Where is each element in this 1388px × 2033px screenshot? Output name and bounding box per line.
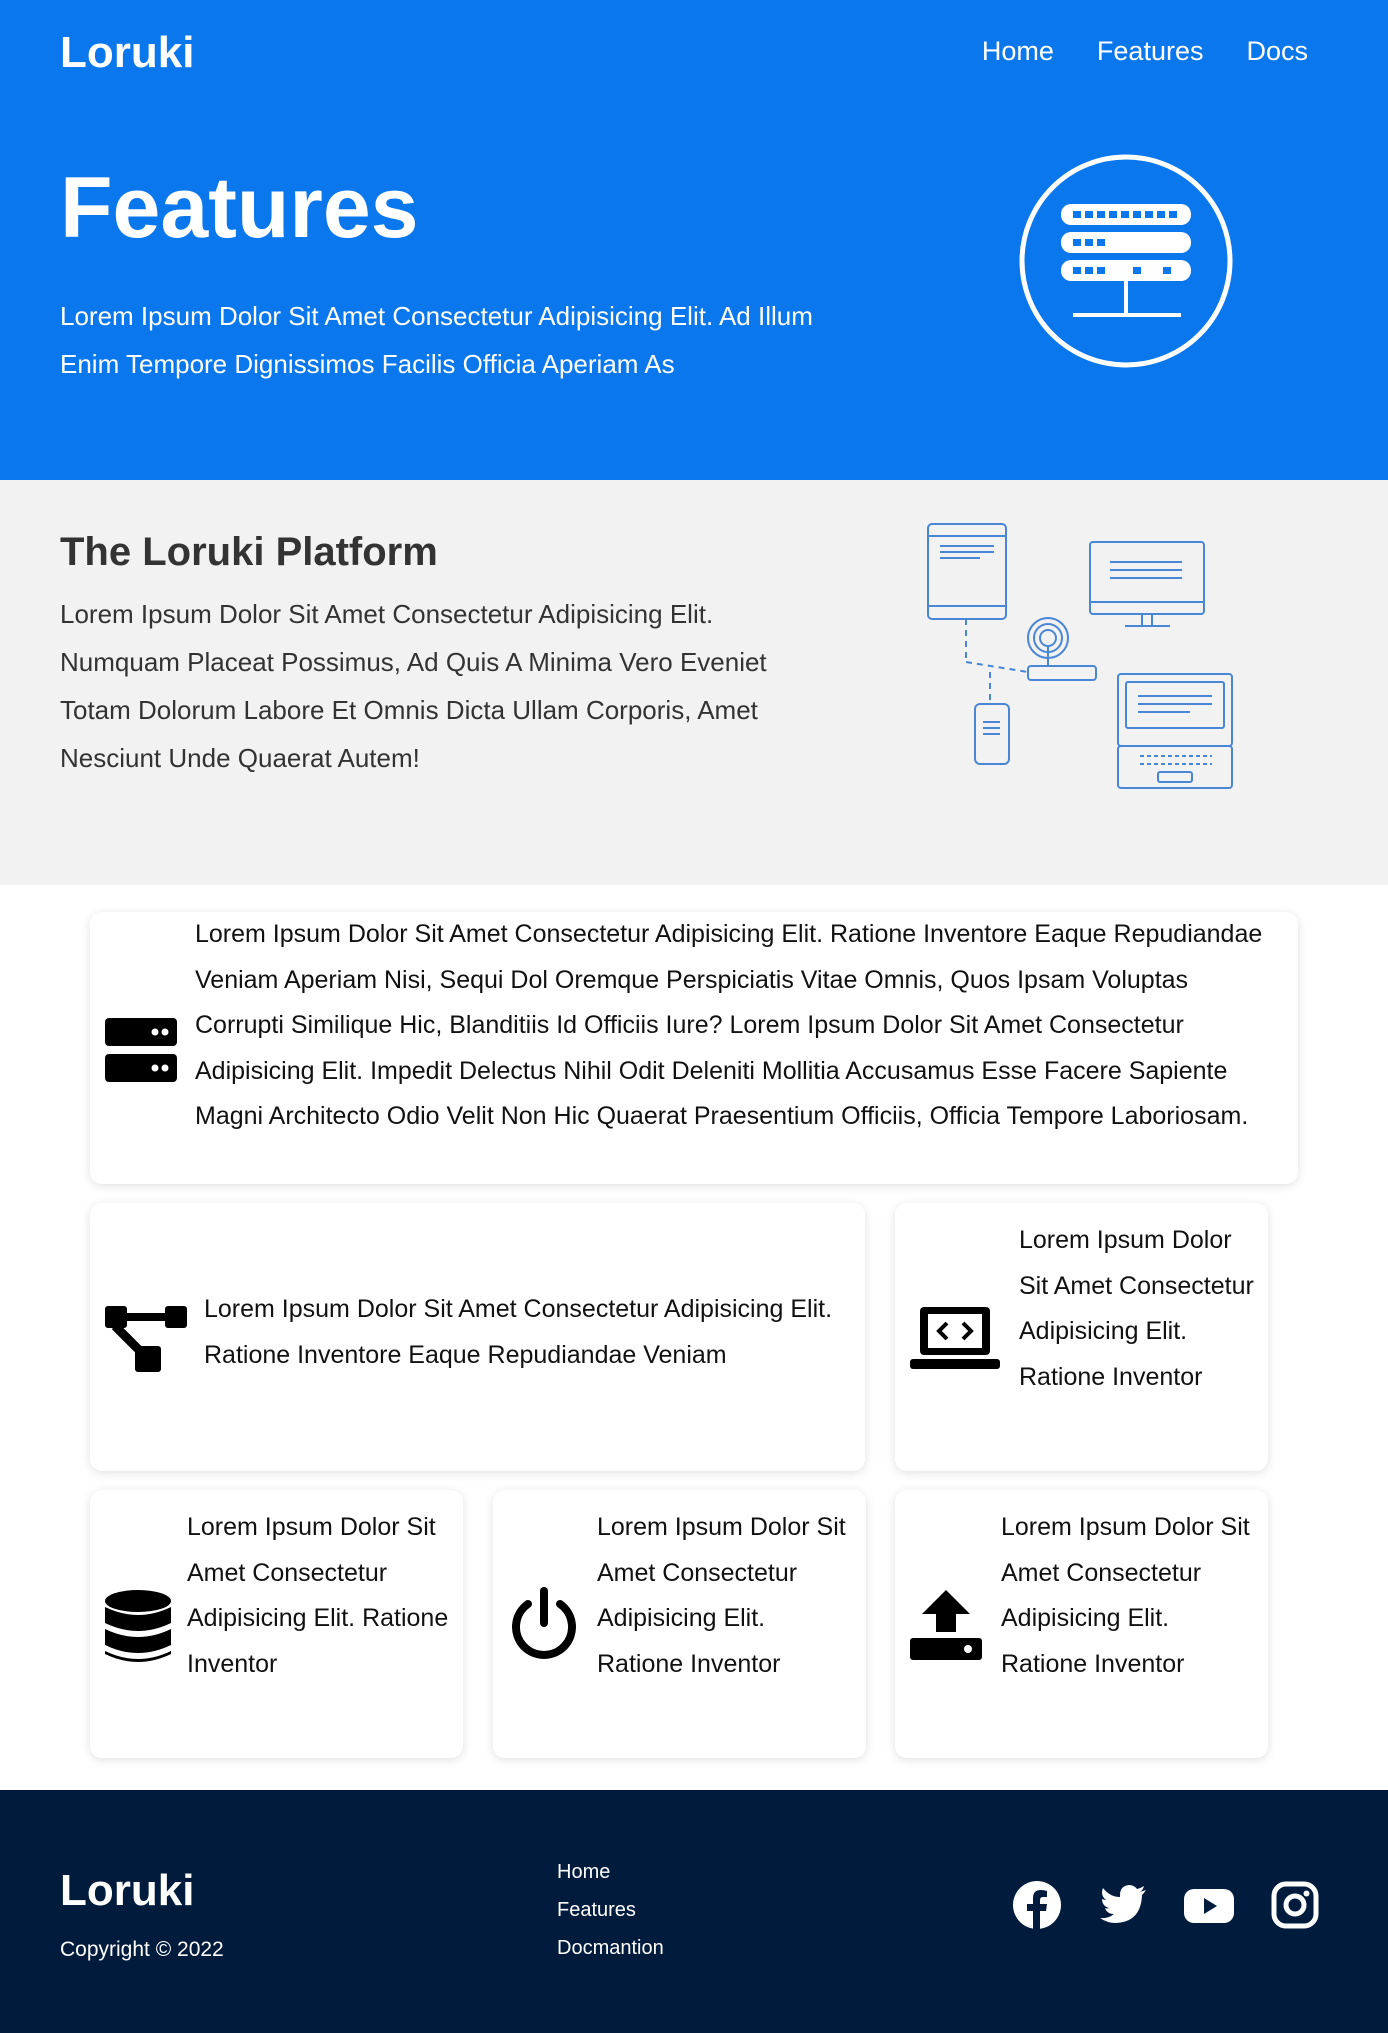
- server-icon: [105, 1018, 177, 1082]
- platform-text: Lorem Ipsum Dolor Sit Amet Consectetur A…: [60, 599, 767, 773]
- feature-card: Lorem Ipsum Dolor Sit Amet Consectetur A…: [895, 1490, 1268, 1758]
- hero-section: Loruki Home Features Docs Features Lorem…: [0, 0, 1388, 480]
- feature-card-text: Lorem Ipsum Dolor Sit Amet Consectetur A…: [1019, 1226, 1254, 1391]
- feature-card: Lorem Ipsum Dolor Sit Amet Consectetur A…: [90, 1490, 463, 1758]
- footer-nav: Home Features Docmantion: [557, 1858, 664, 1962]
- database-icon: [105, 1590, 171, 1662]
- feature-card-text: Lorem Ipsum Dolor Sit Amet Consectetur A…: [187, 1513, 449, 1678]
- youtube-icon[interactable]: [1184, 1880, 1234, 1930]
- footer-link-home[interactable]: Home: [557, 1858, 664, 1886]
- nav-features-link[interactable]: Features: [1097, 36, 1204, 67]
- twitter-icon[interactable]: [1098, 1880, 1148, 1930]
- social-links: [1012, 1880, 1320, 1930]
- platform-title: The Loruki Platform: [60, 530, 438, 574]
- network-wired-icon: [105, 1306, 187, 1372]
- instagram-icon[interactable]: [1270, 1880, 1320, 1930]
- feature-card-text: Lorem Ipsum Dolor Sit Amet Consectetur A…: [204, 1295, 833, 1369]
- feature-card: Lorem Ipsum Dolor Sit Amet Consectetur A…: [90, 912, 1298, 1184]
- feature-card-text: Lorem Ipsum Dolor Sit Amet Consectetur A…: [195, 920, 1263, 1130]
- page-title: Features: [60, 160, 419, 256]
- hero-description: Lorem Ipsum Dolor Sit Amet Consectetur A…: [60, 301, 813, 379]
- nav-home-link[interactable]: Home: [982, 36, 1054, 67]
- feature-card: Lorem Ipsum Dolor Sit Amet Consectetur A…: [90, 1203, 865, 1471]
- laptop-code-icon: [910, 1307, 1000, 1369]
- upload-icon: [910, 1590, 982, 1660]
- facebook-icon[interactable]: [1012, 1880, 1062, 1930]
- connected-devices-icon: [927, 523, 1233, 789]
- feature-card-text: Lorem Ipsum Dolor Sit Amet Consectetur A…: [597, 1513, 846, 1678]
- server-network-icon: [1019, 154, 1233, 368]
- feature-card: Lorem Ipsum Dolor Sit Amet Consectetur A…: [493, 1490, 866, 1758]
- copyright-text: Copyright © 2022: [60, 1938, 224, 1961]
- main-nav: Home Features Docs: [982, 36, 1308, 67]
- power-off-icon: [512, 1587, 576, 1659]
- nav-docs-link[interactable]: Docs: [1246, 36, 1308, 67]
- brand-logo[interactable]: Loruki: [60, 28, 194, 78]
- feature-card-text: Lorem Ipsum Dolor Sit Amet Consectetur A…: [1001, 1513, 1250, 1678]
- platform-section: The Loruki Platform Lorem Ipsum Dolor Si…: [0, 480, 1388, 885]
- footer-link-features[interactable]: Features: [557, 1896, 664, 1924]
- feature-card: Lorem Ipsum Dolor Sit Amet Consectetur A…: [895, 1203, 1268, 1471]
- footer-link-docs[interactable]: Docmantion: [557, 1934, 664, 1962]
- footer-brand[interactable]: Loruki: [60, 1866, 194, 1916]
